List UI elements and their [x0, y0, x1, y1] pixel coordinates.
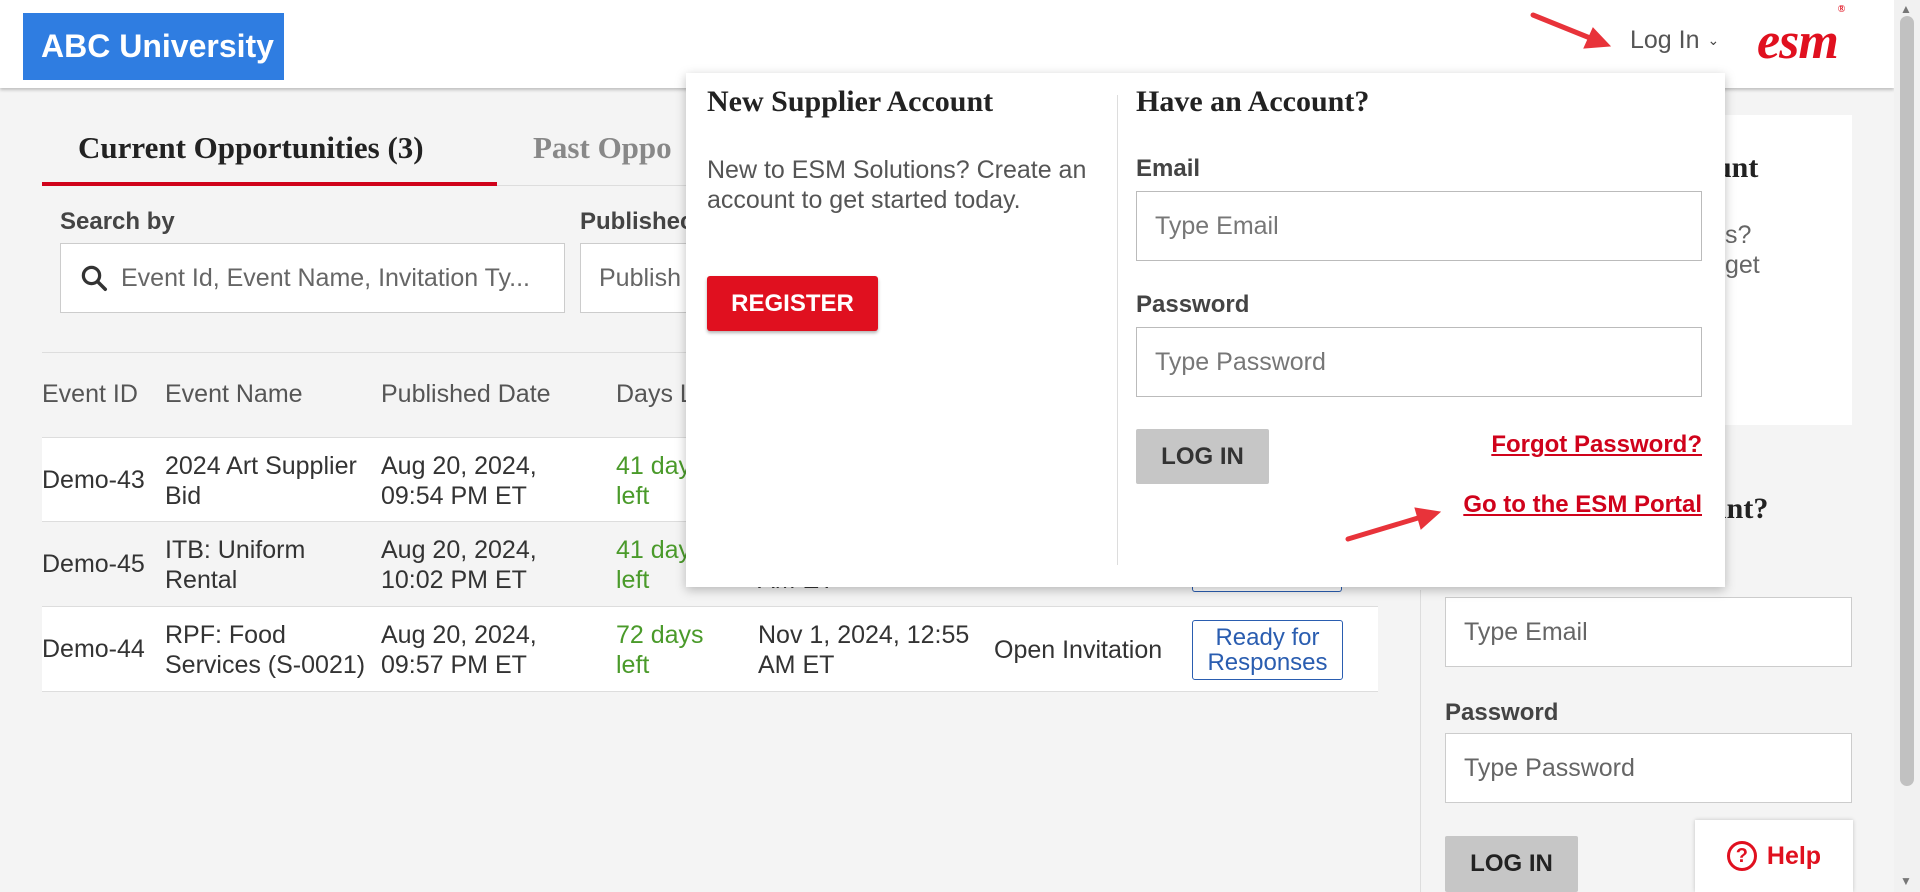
login-dropdown: New Supplier Account New to ESM Solution…: [686, 73, 1725, 587]
published-date-line1: Aug 20, 2024,: [381, 536, 537, 564]
login-menu-toggle[interactable]: Log In ⌄: [1630, 26, 1719, 55]
university-logo[interactable]: ABC University: [23, 13, 284, 80]
forgot-password-link[interactable]: Forgot Password?: [1485, 431, 1702, 459]
active-tab-indicator: [42, 182, 497, 186]
esm-portal-link[interactable]: Go to the ESM Portal: [1448, 491, 1702, 519]
side-email-placeholder: Type Email: [1464, 617, 1588, 646]
new-supplier-description: New to ESM Solutions? Create an account …: [707, 156, 1087, 214]
days-left-line2: left: [616, 566, 650, 594]
event-name-line2[interactable]: Rental: [165, 565, 237, 595]
status-button[interactable]: Ready for Responses: [1192, 620, 1343, 680]
password-field[interactable]: Type Password: [1136, 327, 1702, 397]
published-date-line1: Aug 20, 2024,: [381, 621, 537, 649]
search-placeholder: Event Id, Event Name, Invitation Ty...: [121, 263, 530, 292]
password-label: Password: [1136, 291, 1250, 318]
side-password-placeholder: Type Password: [1464, 753, 1635, 782]
have-account-title: Have an Account?: [1136, 85, 1370, 118]
published-date-line2: 09:54 PM ET: [381, 482, 527, 510]
due-date-line2: AM ET: [758, 651, 835, 679]
event-name-line1[interactable]: ITB: Uniform: [165, 535, 305, 565]
due-date-line1: Nov 1, 2024, 12:55: [758, 621, 970, 649]
side-panel-divider: [1420, 590, 1421, 892]
published-label: Publishec: [580, 208, 694, 235]
tab-past-opportunities[interactable]: Past Oppo: [533, 130, 672, 166]
event-id: Demo-44: [42, 635, 145, 663]
esm-logo-text: esm: [1757, 13, 1839, 70]
help-button[interactable]: ? Help: [1695, 820, 1853, 892]
invitation-type: Open Invitation: [994, 636, 1163, 664]
chevron-down-icon: ⌄: [1707, 32, 1720, 48]
event-id: Demo-43: [42, 466, 145, 494]
search-input[interactable]: Event Id, Event Name, Invitation Ty...: [60, 243, 565, 313]
published-date-input[interactable]: Publish: [580, 243, 690, 313]
tab-current-opportunities[interactable]: Current Opportunities (3): [78, 130, 424, 166]
col-header-event-name[interactable]: Event Name: [165, 380, 303, 409]
search-icon: [81, 265, 107, 291]
published-date-line2: 10:02 PM ET: [381, 566, 527, 594]
col-header-published-date[interactable]: Published Date: [381, 380, 551, 409]
scroll-down-icon[interactable]: ▼: [1900, 874, 1912, 888]
search-by-label: Search by: [60, 208, 175, 235]
status-line1: Ready for: [1215, 624, 1320, 651]
status-line2: Responses: [1207, 649, 1328, 676]
registered-mark: ®: [1837, 3, 1846, 15]
col-header-event-id[interactable]: Event ID: [42, 380, 138, 409]
published-date-line1: Aug 20, 2024,: [381, 452, 537, 480]
event-name-line2[interactable]: Bid: [165, 481, 201, 511]
side-email-field[interactable]: Type Email: [1445, 597, 1852, 667]
days-left-line2: left: [616, 651, 650, 679]
register-button[interactable]: REGISTER: [707, 276, 878, 331]
published-placeholder: Publish: [599, 263, 681, 292]
email-field[interactable]: Type Email: [1136, 191, 1702, 261]
scroll-up-icon[interactable]: ▲: [1900, 2, 1912, 16]
scrollbar-thumb[interactable]: [1900, 16, 1914, 786]
side-card-text-2: get: [1725, 251, 1760, 279]
help-icon: ?: [1726, 841, 1757, 871]
page-scrollbar[interactable]: ▲ ▼: [1894, 0, 1920, 892]
published-date-line2: 09:57 PM ET: [381, 651, 527, 679]
event-id: Demo-45: [42, 550, 145, 578]
popup-divider: [1117, 95, 1118, 565]
days-left-line1: 41 day: [616, 536, 692, 564]
help-label: Help: [1766, 841, 1822, 870]
login-button[interactable]: LOG IN: [1136, 429, 1269, 484]
days-left-line2: left: [616, 482, 650, 510]
side-login-button[interactable]: LOG IN: [1445, 836, 1578, 892]
email-label: Email: [1136, 155, 1201, 182]
days-left-line1: 41 day: [616, 452, 692, 480]
esm-logo[interactable]: esm®: [1757, 4, 1845, 71]
side-password-label: Password: [1445, 699, 1559, 726]
login-menu-label: Log In: [1630, 26, 1700, 54]
event-name-line2[interactable]: Services (S-0021): [165, 650, 365, 680]
side-password-field[interactable]: Type Password: [1445, 733, 1852, 803]
side-card-text-1: s?: [1725, 221, 1752, 249]
col-header-days-left[interactable]: Days L: [616, 380, 694, 409]
table-row[interactable]: Demo-44 RPF: Food Services (S-0021) Aug …: [42, 607, 1378, 692]
event-name-line1[interactable]: 2024 Art Supplier: [165, 451, 357, 481]
days-left-line1: 72 days: [616, 621, 704, 649]
new-supplier-title: New Supplier Account: [707, 85, 994, 118]
event-name-line1[interactable]: RPF: Food: [165, 620, 286, 650]
